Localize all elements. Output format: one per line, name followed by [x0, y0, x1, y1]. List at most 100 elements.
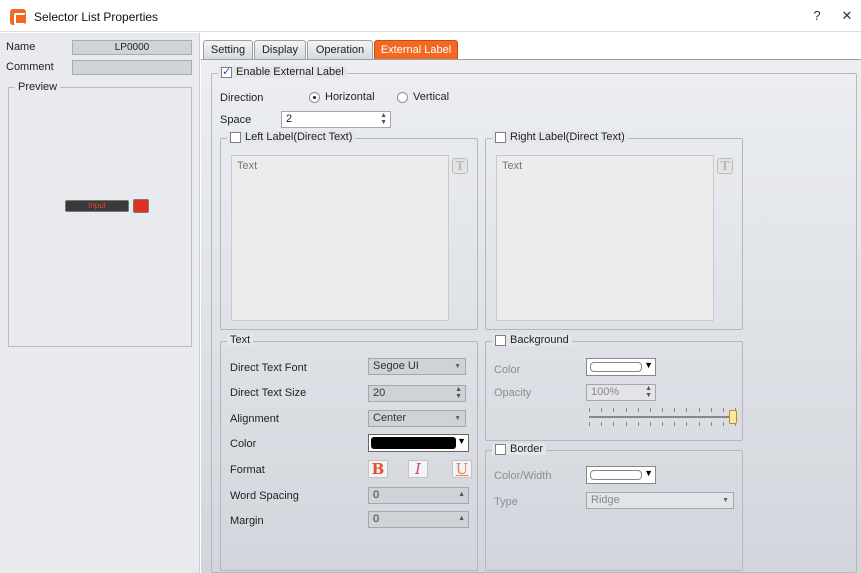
background-color-label: Color: [494, 364, 521, 376]
color-label: Color: [230, 438, 257, 450]
name-field[interactable]: LP0000: [72, 40, 192, 55]
color-swatch: [590, 362, 642, 372]
preview-widget: Input: [65, 200, 129, 212]
space-value: 2: [286, 113, 293, 125]
chevron-down-icon: ▼: [644, 360, 653, 370]
space-stepper[interactable]: 2 ▲ ▼: [281, 111, 391, 128]
left-label-text-area[interactable]: Text T: [231, 155, 468, 321]
left-label-title: Left Label(Direct Text): [245, 131, 353, 143]
slider-tick: [723, 422, 724, 426]
spin-arrows-icon[interactable]: ▲ ▼: [380, 112, 387, 126]
left-label-checkbox[interactable]: [230, 131, 241, 143]
opacity-label: Opacity: [494, 387, 532, 399]
margin-value: 0: [373, 513, 380, 525]
enable-external-label-checkbox[interactable]: [221, 65, 232, 78]
spin-arrows-icon[interactable]: ▲ ▼: [645, 385, 652, 399]
direct-text-font-label: Direct Text Font: [230, 362, 307, 374]
window-title: Selector List Properties: [34, 10, 159, 24]
text-group-legend: Text: [227, 334, 254, 346]
slider-tick: [662, 408, 663, 412]
word-spacing-value: 0: [373, 489, 380, 501]
vertical-label: Vertical: [413, 91, 450, 103]
tab-display[interactable]: Display: [254, 40, 306, 60]
word-spacing-label: Word Spacing: [230, 490, 299, 502]
help-button[interactable]: ?: [806, 6, 828, 26]
right-label-title: Right Label(Direct Text): [510, 131, 625, 143]
slider-tick: [601, 408, 602, 412]
comment-field[interactable]: [72, 60, 192, 75]
border-checkbox[interactable]: [495, 443, 506, 455]
horizontal-radio-option[interactable]: Horizontal: [309, 91, 375, 103]
right-label-group: Right Label(Direct Text) Text T: [485, 131, 743, 330]
color-swatch: [590, 470, 642, 480]
slider-tick: [601, 422, 602, 426]
slider-tick: [686, 408, 687, 412]
underline-button[interactable]: U: [452, 460, 472, 478]
vertical-radio[interactable]: [397, 91, 408, 103]
text-style-icon[interactable]: T: [717, 158, 733, 174]
background-color-picker[interactable]: ▼: [586, 358, 656, 376]
preview-group: Preview Input: [8, 81, 192, 347]
chevron-down-icon: ▼: [644, 468, 653, 478]
text-color-picker[interactable]: ▼: [368, 434, 469, 452]
alignment-label: Alignment: [230, 413, 279, 425]
alignment-value: Center: [373, 412, 407, 424]
slider-tick: [613, 422, 614, 426]
slider-tick: [589, 422, 590, 426]
italic-button[interactable]: I: [408, 460, 428, 478]
slider-tick: [674, 408, 675, 412]
margin-label: Margin: [230, 515, 264, 527]
direction-label: Direction: [220, 92, 264, 104]
comment-label: Comment: [6, 61, 54, 73]
margin-stepper[interactable]: 0 ▲: [368, 511, 469, 528]
spin-arrows-icon[interactable]: ▲ ▼: [455, 386, 462, 400]
font-value: Segoe UI: [373, 360, 419, 372]
preview-label: Preview: [15, 81, 61, 93]
color-width-label: Color/Width: [494, 470, 552, 482]
enable-external-label-legend: Enable External Label: [218, 65, 347, 78]
chevron-up-icon[interactable]: ▲: [458, 515, 465, 522]
chevron-down-icon: ▼: [454, 363, 461, 370]
slider-thumb[interactable]: [729, 410, 737, 424]
background-checkbox[interactable]: [495, 334, 506, 346]
text-style-icon[interactable]: T: [452, 158, 468, 174]
slider-tick: [686, 422, 687, 426]
space-label: Space: [220, 114, 252, 126]
vertical-radio-option[interactable]: Vertical: [397, 91, 449, 103]
opacity-stepper[interactable]: 100% ▲ ▼: [586, 384, 656, 401]
slider-track: [589, 416, 737, 418]
chevron-down-icon: ▼: [454, 415, 461, 422]
horizontal-radio[interactable]: [309, 91, 320, 103]
chevron-up-icon[interactable]: ▲: [458, 491, 465, 498]
chevron-down-icon: ▼: [457, 436, 466, 446]
border-type-label: Type: [494, 496, 518, 508]
right-label-text-area[interactable]: Text T: [496, 155, 733, 321]
enable-external-label-text: Enable External Label: [236, 66, 344, 78]
right-label-placeholder: Text: [502, 160, 523, 172]
border-legend: Border: [492, 443, 547, 455]
slider-tick: [711, 422, 712, 426]
bold-button[interactable]: B: [368, 460, 388, 478]
color-swatch: [371, 437, 456, 449]
tab-setting[interactable]: Setting: [203, 40, 253, 60]
word-spacing-stepper[interactable]: 0 ▲: [368, 487, 469, 504]
direct-text-font-select[interactable]: Segoe UI ▼: [368, 358, 466, 375]
direct-text-size-stepper[interactable]: 20 ▲ ▼: [368, 385, 466, 402]
tab-operation[interactable]: Operation: [307, 40, 373, 60]
border-type-select[interactable]: Ridge ▼: [586, 492, 734, 509]
chevron-down-icon: ▼: [722, 497, 729, 504]
name-label: Name: [6, 41, 36, 53]
alignment-select[interactable]: Center ▼: [368, 410, 466, 427]
opacity-value: 100%: [591, 386, 620, 398]
slider-tick: [626, 408, 627, 412]
tab-external-label[interactable]: External Label: [374, 40, 458, 60]
opacity-slider[interactable]: [589, 402, 737, 432]
slider-tick: [674, 422, 675, 426]
close-button[interactable]: ✕: [836, 6, 858, 26]
slider-tick: [699, 408, 700, 412]
border-type-value: Ridge: [591, 494, 620, 506]
border-color-picker[interactable]: ▼: [586, 466, 656, 484]
right-label-checkbox[interactable]: [495, 131, 506, 143]
format-label: Format: [230, 464, 265, 476]
slider-tick: [662, 422, 663, 426]
